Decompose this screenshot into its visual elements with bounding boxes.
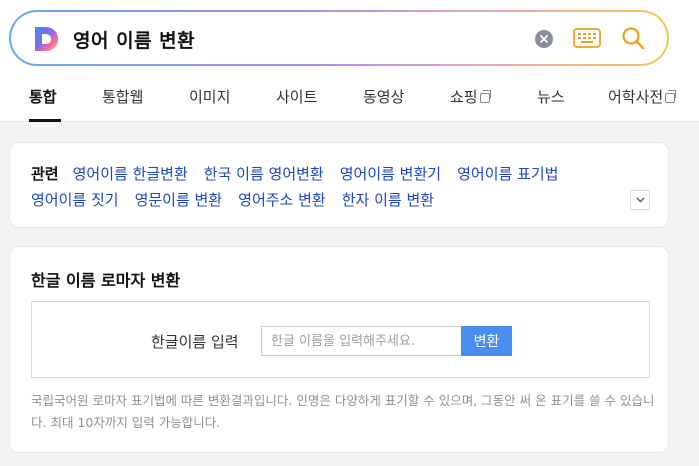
tab-web[interactable]: 통합웹 bbox=[102, 86, 143, 107]
convert-button[interactable]: 변환 bbox=[461, 326, 512, 356]
related-link[interactable]: 영어이름 표기법 bbox=[457, 165, 558, 183]
tab-integrated[interactable]: 통합 bbox=[29, 86, 57, 107]
related-link[interactable]: 영어이름 변환기 bbox=[340, 165, 441, 183]
chevron-down-icon bbox=[636, 197, 644, 203]
tab-videos[interactable]: 동영상 bbox=[363, 86, 404, 107]
expand-related-button[interactable] bbox=[630, 190, 650, 210]
converter-note: 국립국어원 로마자 표기법에 따른 변환결과입니다. 인명은 다양하게 표기할 … bbox=[31, 393, 655, 430]
clear-search-button[interactable] bbox=[535, 30, 553, 48]
tab-images[interactable]: 이미지 bbox=[189, 86, 230, 107]
related-searches-card: 관련 영어이름 한글변환 한국 이름 영어변환 영어이름 변환기 영어이름 표기법 영어… bbox=[9, 142, 669, 228]
related-title: 관련 bbox=[31, 165, 59, 183]
related-row-1: 관련 영어이름 한글변환 한국 이름 영어변환 영어이름 변환기 영어이름 표기법 bbox=[31, 163, 574, 184]
related-link[interactable]: 한국 이름 영어변환 bbox=[204, 165, 324, 183]
converter-title: 한글 이름 로마자 변환 bbox=[31, 271, 181, 290]
romanization-converter-card: 한글 이름 로마자 변환 한글이름 입력 변환 국립국어원 로마자 표기법에 따… bbox=[9, 246, 669, 453]
tab-dictionary[interactable]: 어학사전 bbox=[608, 86, 677, 107]
daum-logo-icon[interactable] bbox=[33, 25, 59, 53]
related-link[interactable]: 영문이름 변환 bbox=[135, 191, 223, 209]
related-link[interactable]: 영어이름 짓기 bbox=[31, 191, 119, 209]
search-tabs: 통합 통합웹 이미지 사이트 동영상 쇼핑 뉴스 어학사전 bbox=[0, 80, 699, 122]
korean-name-input[interactable] bbox=[261, 326, 461, 356]
search-icon[interactable] bbox=[621, 26, 645, 50]
search-bar-inner: 영어 이름 변환 bbox=[11, 12, 667, 64]
keyboard-icon[interactable] bbox=[573, 28, 601, 48]
search-bar: 영어 이름 변환 bbox=[9, 10, 669, 66]
related-link[interactable]: 영어주소 변환 bbox=[238, 191, 326, 209]
header: 영어 이름 변환 통합 통합웹 이미지 사이트 동영상 쇼핑 뉴스 어학사전 bbox=[0, 0, 699, 122]
external-link-icon bbox=[479, 89, 491, 103]
converter-box: 한글이름 입력 변환 bbox=[31, 301, 650, 378]
tab-news[interactable]: 뉴스 bbox=[537, 86, 565, 107]
name-input-label: 한글이름 입력 bbox=[151, 333, 239, 351]
related-link[interactable]: 한자 이름 변환 bbox=[342, 191, 434, 209]
search-query[interactable]: 영어 이름 변환 bbox=[73, 26, 195, 53]
tab-sites[interactable]: 사이트 bbox=[276, 86, 317, 107]
related-link[interactable]: 영어이름 한글변환 bbox=[73, 165, 188, 183]
external-link-icon bbox=[665, 89, 677, 103]
close-icon bbox=[540, 35, 548, 43]
tab-shopping[interactable]: 쇼핑 bbox=[450, 86, 491, 107]
related-row-2: 영어이름 짓기 영문이름 변환 영어주소 변환 한자 이름 변환 bbox=[31, 189, 450, 210]
active-tab-indicator bbox=[29, 119, 61, 122]
